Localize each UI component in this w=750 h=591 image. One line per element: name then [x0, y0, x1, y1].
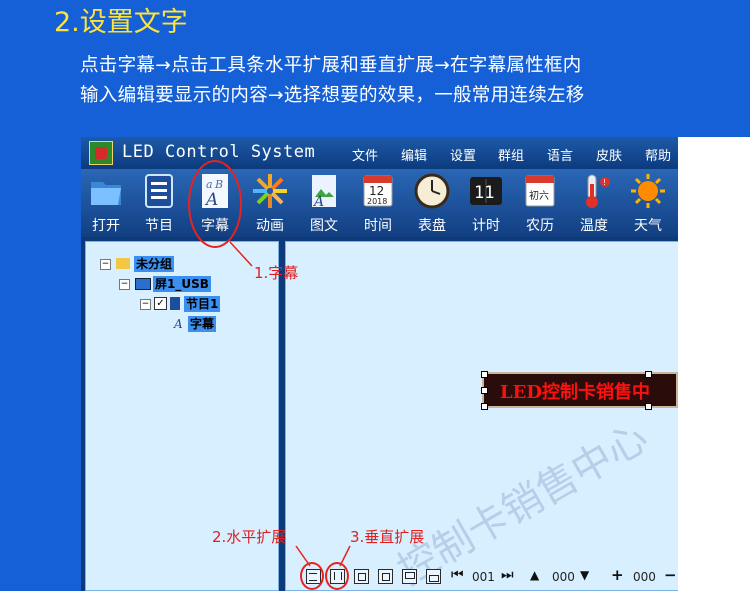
- align-top-button[interactable]: [402, 569, 417, 584]
- minus-icon[interactable]: −: [664, 566, 677, 584]
- tool-image-text-label: 图文: [310, 218, 338, 234]
- tool-time-button[interactable]: 12 2018 时间: [353, 169, 403, 237]
- horizontal-expand-highlight-circle: [300, 562, 324, 590]
- first-page-icon[interactable]: ⏮: [451, 567, 464, 583]
- tool-timer-button[interactable]: 11 计时: [461, 169, 511, 237]
- collapse-icon[interactable]: −: [140, 299, 151, 310]
- led-preview-text: LED控制卡销售中: [500, 382, 650, 403]
- svg-text:11: 11: [474, 183, 494, 203]
- resize-handle[interactable]: [481, 387, 488, 394]
- annotation-vertical-expand: 3.垂直扩展: [350, 528, 425, 546]
- folder-icon: [116, 258, 130, 269]
- tool-image-text-button[interactable]: A 图文: [299, 169, 349, 237]
- annotation-subtitle: 1.字幕: [254, 264, 299, 282]
- tool-program-label: 节目: [145, 218, 173, 234]
- app-title: LED Control System: [122, 142, 316, 162]
- svg-text:2018: 2018: [367, 197, 387, 206]
- tool-weather-label: 天气: [634, 218, 662, 234]
- tool-timer-label: 计时: [472, 218, 500, 234]
- resize-handle[interactable]: [645, 371, 652, 378]
- clock-dial-icon: [414, 173, 450, 209]
- program-icon: [145, 174, 173, 208]
- app-logo-icon: [89, 141, 113, 165]
- monitor-icon: [135, 278, 151, 290]
- tool-weather-button[interactable]: 天气: [623, 169, 673, 237]
- menu-language[interactable]: 语言: [547, 145, 573, 164]
- tool-dial-label: 表盘: [418, 218, 446, 234]
- folder-icon: [91, 182, 121, 205]
- menu-help[interactable]: 帮助: [645, 145, 671, 164]
- zoom-field[interactable]: 000: [633, 570, 656, 584]
- tree-program-label: 节目1: [184, 296, 221, 312]
- align-center-button[interactable]: [354, 569, 369, 584]
- lunar-calendar-icon: 初六: [525, 175, 555, 207]
- program-icon: [170, 297, 180, 310]
- menu-settings[interactable]: 设置: [450, 145, 476, 164]
- last-page-icon[interactable]: ⏭: [501, 567, 514, 583]
- sun-weather-icon: [631, 174, 665, 208]
- menu-skin[interactable]: 皮肤: [596, 145, 622, 164]
- svg-text:初六: 初六: [529, 189, 549, 202]
- app-window: LED Control System 文件 编辑 设置 群组 语言 皮肤 帮助 …: [81, 137, 678, 591]
- menu-edit[interactable]: 编辑: [401, 145, 427, 164]
- watermark: 控制卡销售中心: [390, 414, 656, 591]
- timer-icon: 11: [470, 177, 502, 205]
- vertical-expand-highlight-circle: [325, 562, 349, 590]
- tool-dial-button[interactable]: 表盘: [407, 169, 457, 237]
- menu-file[interactable]: 文件: [352, 145, 378, 164]
- edit-canvas-panel: 控制卡销售中心: [285, 241, 678, 591]
- collapse-icon[interactable]: −: [100, 259, 111, 270]
- tool-lunar-label: 农历: [526, 218, 554, 234]
- step-field[interactable]: 000: [552, 570, 575, 584]
- resize-handle[interactable]: [645, 403, 652, 410]
- calendar-time-icon: 12 2018: [363, 175, 393, 207]
- instruction-line-1: 点击字幕→点击工具条水平扩展和垂直扩展→在字幕属性框内: [80, 55, 582, 76]
- led-text-preview[interactable]: LED控制卡销售中: [481, 371, 678, 410]
- tree-group-label: 未分组: [134, 256, 175, 272]
- page-right-margin: [678, 137, 750, 591]
- subtitle-small-icon: A: [174, 317, 183, 331]
- tool-lunar-button[interactable]: 初六 农历: [515, 169, 565, 237]
- collapse-icon[interactable]: −: [119, 279, 130, 290]
- thermometer-icon: !: [586, 174, 610, 208]
- arrow-down-icon[interactable]: ▼: [580, 568, 589, 582]
- svg-text:12: 12: [369, 184, 384, 198]
- annotation-horizontal-expand: 2.水平扩展: [212, 528, 287, 546]
- tool-time-label: 时间: [364, 218, 392, 234]
- arrow-up-icon[interactable]: ▲: [530, 568, 539, 582]
- tree-subtitle-label: 字幕: [188, 316, 217, 332]
- tool-program-button[interactable]: 节目: [134, 169, 184, 237]
- tool-open-button[interactable]: 打开: [81, 169, 131, 237]
- image-text-icon: A: [312, 175, 336, 210]
- toolbar: 打开 节目 a B A 字幕 动画 A 图文 12 2018 时间 表盘 11 …: [81, 169, 678, 237]
- animation-icon: [253, 174, 287, 208]
- tree-screen-label: 屏1_USB: [153, 276, 211, 292]
- title-bar: LED Control System 文件 编辑 设置 群组 语言 皮肤 帮助: [81, 137, 678, 169]
- subtitle-highlight-circle: [188, 160, 242, 248]
- svg-text:!: !: [603, 178, 606, 187]
- instruction-line-2: 输入编辑要显示的内容→选择想要的效果，一般常用连续左移: [80, 85, 585, 106]
- svg-text:A: A: [312, 194, 324, 210]
- page-number-field[interactable]: 001: [472, 570, 495, 584]
- resize-handle[interactable]: [481, 403, 488, 410]
- menu-group[interactable]: 群组: [498, 145, 524, 164]
- page-heading: 2.设置文字: [54, 7, 188, 38]
- checkbox[interactable]: ✓: [154, 297, 167, 310]
- tool-animation-button[interactable]: 动画: [245, 169, 295, 237]
- tool-open-label: 打开: [92, 218, 120, 234]
- align-bottom-button[interactable]: [426, 569, 441, 584]
- plus-icon[interactable]: +: [611, 566, 624, 584]
- resize-handle[interactable]: [481, 371, 488, 378]
- tool-temperature-button[interactable]: ! 温度: [569, 169, 619, 237]
- tool-temperature-label: 温度: [580, 218, 608, 234]
- fit-screen-button[interactable]: [378, 569, 393, 584]
- tool-animation-label: 动画: [256, 218, 284, 234]
